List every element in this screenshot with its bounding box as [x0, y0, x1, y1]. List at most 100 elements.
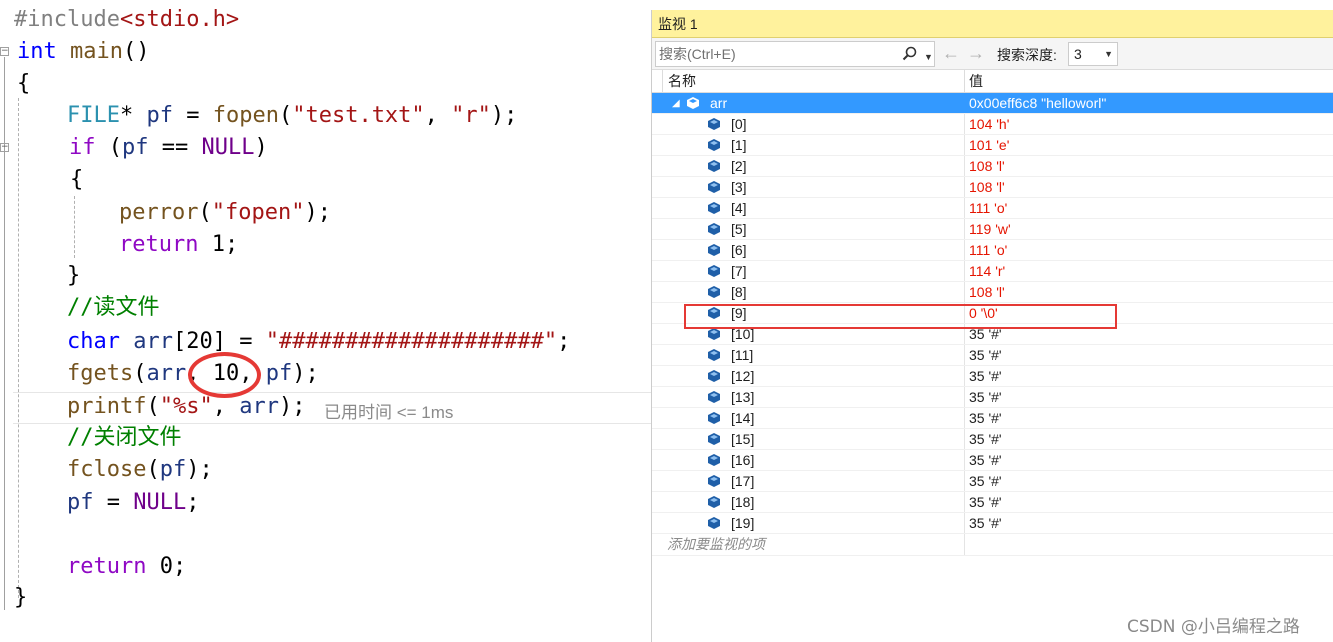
search-depth-label: 搜索深度: [997, 47, 1057, 63]
variable-cube-icon [708, 181, 720, 193]
code-line-if: if (pf == NULL) [69, 135, 268, 160]
watch-title[interactable]: 监视 1 [652, 10, 1333, 38]
watch-row[interactable]: [3] 108 'l' [652, 177, 1333, 198]
watch-row-value[interactable]: 35 '#' [969, 366, 1002, 387]
watch-row-root[interactable]: ◢ arr 0x00eff6c8 "helloworl" [652, 93, 1333, 114]
column-header-name[interactable]: 名称 [668, 70, 696, 93]
watch-row-value[interactable]: 108 'l' [969, 156, 1005, 177]
watch-row-value[interactable]: 114 'r' [969, 261, 1005, 282]
watch-row-value[interactable]: 35 '#' [969, 429, 1002, 450]
column-separator [964, 513, 965, 533]
column-separator [964, 429, 965, 449]
watch-row-value[interactable]: 119 'w' [969, 219, 1011, 240]
watch-row[interactable]: [14] 35 '#' [652, 408, 1333, 429]
column-separator [964, 177, 965, 197]
watch-row-value[interactable]: 35 '#' [969, 450, 1002, 471]
watch-row-name: arr [710, 95, 728, 111]
watch-row-value[interactable]: 101 'e' [969, 135, 1009, 156]
column-separator-left [662, 70, 663, 93]
search-placeholder: 搜索(Ctrl+E) [659, 46, 736, 62]
variable-cube-icon [708, 391, 720, 403]
watch-row[interactable]: [16] 35 '#' [652, 450, 1333, 471]
annotation-rectangle [684, 304, 1117, 329]
watch-row-value[interactable]: 104 'h' [969, 114, 1009, 135]
search-input[interactable]: 搜索(Ctrl+E) ▼ [655, 41, 935, 67]
watch-row[interactable]: [8] 108 'l' [652, 282, 1333, 303]
add-watch-row[interactable]: 添加要监视的项 [652, 534, 1333, 556]
watch-row[interactable]: [1] 101 'e' [652, 135, 1333, 156]
watch-row-name: [19] [731, 515, 755, 531]
collapse-arrow-icon[interactable]: ◢ [672, 93, 680, 114]
watch-row[interactable]: [7] 114 'r' [652, 261, 1333, 282]
watch-row-name: [17] [731, 473, 755, 489]
search-icon[interactable] [902, 46, 918, 62]
column-header-value[interactable]: 值 [969, 70, 983, 93]
variable-cube-icon [708, 286, 720, 298]
watch-row[interactable]: [18] 35 '#' [652, 492, 1333, 513]
fold-toggle-main-icon[interactable]: − [0, 47, 9, 56]
code-editor[interactable]: − − #include<stdio.h> int main() { FILE*… [0, 0, 651, 642]
watch-row-value[interactable]: 108 'l' [969, 177, 1005, 198]
fold-toggle-if-icon[interactable]: − [0, 143, 9, 152]
variable-cube-icon [708, 475, 720, 487]
variable-cube-icon [708, 265, 720, 277]
fold-guide-main [4, 57, 5, 610]
column-separator [964, 387, 965, 407]
watch-row[interactable]: [4] 111 'o' [652, 198, 1333, 219]
watch-row-value[interactable]: 35 '#' [969, 408, 1002, 429]
watch-row-name: [13] [731, 389, 755, 405]
column-separator[interactable] [964, 70, 965, 92]
watch-row-name: [4] [731, 200, 747, 216]
column-separator [964, 261, 965, 281]
fold-guide-if [4, 153, 5, 288]
watch-row-value[interactable]: 0x00eff6c8 "helloworl" [969, 93, 1106, 114]
watch-row-value[interactable]: 111 'o' [969, 240, 1007, 261]
watch-row[interactable]: [19] 35 '#' [652, 513, 1333, 534]
watch-row-value[interactable]: 111 'o' [969, 198, 1007, 219]
search-forward-icon[interactable]: → [967, 43, 985, 64]
watch-row[interactable]: [15] 35 '#' [652, 429, 1333, 450]
watch-row[interactable]: [12] 35 '#' [652, 366, 1333, 387]
search-depth-select[interactable]: 3 ▼ [1068, 42, 1118, 66]
code-line-perror: perror("fopen"); [119, 200, 331, 225]
code-line-fopen: FILE* pf = fopen("test.txt", "r"); [67, 103, 518, 128]
variable-cube-icon [708, 139, 720, 151]
indent-guide-main [18, 98, 19, 598]
watch-row[interactable]: [13] 35 '#' [652, 387, 1333, 408]
perf-tip[interactable]: 已用时间 <= 1ms [324, 398, 453, 423]
watch-row-name: [1] [731, 137, 747, 153]
column-separator [964, 492, 965, 512]
watch-row-value[interactable]: 35 '#' [969, 345, 1002, 366]
watch-row[interactable]: [0] 104 'h' [652, 114, 1333, 135]
code-line-return-0: return 0; [67, 554, 187, 579]
search-dropdown-icon[interactable]: ▼ [924, 45, 933, 69]
watch-row-name: [7] [731, 263, 747, 279]
column-separator [964, 240, 965, 260]
watch-row[interactable]: [17] 35 '#' [652, 471, 1333, 492]
column-separator [964, 408, 965, 428]
code-line-comment-close: //关闭文件 [67, 425, 182, 450]
watch-row[interactable]: [5] 119 'w' [652, 219, 1333, 240]
variable-cube-icon [708, 433, 720, 445]
watch-row-value[interactable]: 35 '#' [969, 513, 1002, 534]
indent-guide-if [74, 196, 75, 258]
watch-row-value[interactable]: 108 'l' [969, 282, 1005, 303]
watch-row-name: [3] [731, 179, 747, 195]
watermark: CSDN @小吕编程之路 [1127, 617, 1300, 637]
code-line-comment-read: //读文件 [67, 295, 160, 320]
variable-cube-icon [708, 496, 720, 508]
variable-cube-icon [708, 328, 720, 340]
variable-cube-icon [708, 202, 720, 214]
watch-row-value[interactable]: 35 '#' [969, 387, 1002, 408]
search-back-icon[interactable]: ← [942, 43, 960, 64]
watch-row[interactable]: [6] 111 'o' [652, 240, 1333, 261]
watch-row-name: [0] [731, 116, 747, 132]
watch-row[interactable]: [11] 35 '#' [652, 345, 1333, 366]
watch-row-value[interactable]: 35 '#' [969, 471, 1002, 492]
variable-cube-icon [708, 349, 720, 361]
code-line-close-brace: } [14, 585, 28, 610]
watch-header: 名称 值 [652, 70, 1333, 93]
code-line-if-close: } [67, 263, 81, 288]
watch-row-value[interactable]: 35 '#' [969, 492, 1002, 513]
watch-row[interactable]: [2] 108 'l' [652, 156, 1333, 177]
